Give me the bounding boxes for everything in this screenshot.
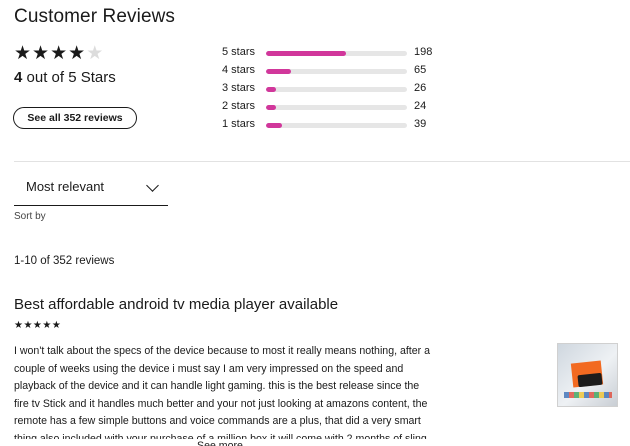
histogram-label: 3 stars	[222, 82, 256, 94]
histogram-row-2[interactable]: 2 stars 24	[222, 99, 442, 117]
histogram-row-1[interactable]: 1 stars 39	[222, 117, 442, 135]
average-rating-stars: ★★★★★	[14, 44, 104, 64]
histogram-fill	[266, 123, 282, 128]
histogram-fill	[266, 87, 276, 92]
histogram-count: 65	[414, 64, 427, 76]
histogram-track	[266, 69, 407, 74]
sort-dropdown[interactable]: Most relevant	[14, 172, 168, 206]
histogram-track	[266, 87, 407, 92]
review-rating-stars: ★★★★★	[14, 320, 62, 331]
histogram-fill	[266, 69, 292, 74]
histogram-count: 26	[414, 82, 427, 94]
product-photo-icon[interactable]	[557, 343, 618, 407]
sort-selected-value: Most relevant	[26, 179, 105, 194]
histogram-fill	[266, 105, 276, 110]
histogram-count: 24	[414, 100, 427, 112]
histogram-label: 1 stars	[222, 118, 256, 130]
histogram-track	[266, 51, 407, 56]
chevron-down-icon	[146, 179, 159, 192]
histogram-row-5[interactable]: 5 stars 198	[222, 45, 442, 63]
star-filled-icon: ★	[14, 43, 33, 64]
average-rating-suffix: out of 5 Stars	[22, 69, 116, 86]
see-all-reviews-button[interactable]: See all 352 reviews	[13, 107, 137, 129]
histogram-row-4[interactable]: 4 stars 65	[222, 63, 442, 81]
section-divider	[14, 161, 630, 162]
see-more-link[interactable]: See more	[197, 438, 243, 446]
histogram-track	[266, 105, 407, 110]
average-rating-text: 4 out of 5 Stars	[14, 69, 116, 86]
histogram-label: 2 stars	[222, 100, 256, 112]
histogram-count: 39	[414, 118, 427, 130]
star-empty-icon: ★	[86, 43, 105, 64]
histogram-row-3[interactable]: 3 stars 26	[222, 81, 442, 99]
thumb-strip	[564, 392, 612, 398]
section-title: Customer Reviews	[14, 6, 176, 27]
histogram-count: 198	[414, 46, 433, 58]
histogram-track	[266, 123, 407, 128]
histogram-fill	[266, 51, 347, 56]
review-title: Best affordable android tv media player …	[14, 296, 339, 313]
star-filled-icon: ★	[32, 43, 51, 64]
review-body: I won't talk about the specs of the devi…	[14, 345, 431, 439]
sort-label: Sort by	[14, 211, 46, 222]
histogram-label: 4 stars	[222, 64, 256, 76]
histogram-label: 5 stars	[222, 46, 256, 58]
rating-histogram: 5 stars 198 4 stars 65 3 stars 26 2 star…	[222, 45, 442, 135]
results-count: 1-10 of 352 reviews	[14, 255, 115, 267]
thumb-device	[577, 372, 603, 388]
star-filled-icon: ★	[68, 43, 87, 64]
star-filled-icon: ★	[50, 43, 69, 64]
